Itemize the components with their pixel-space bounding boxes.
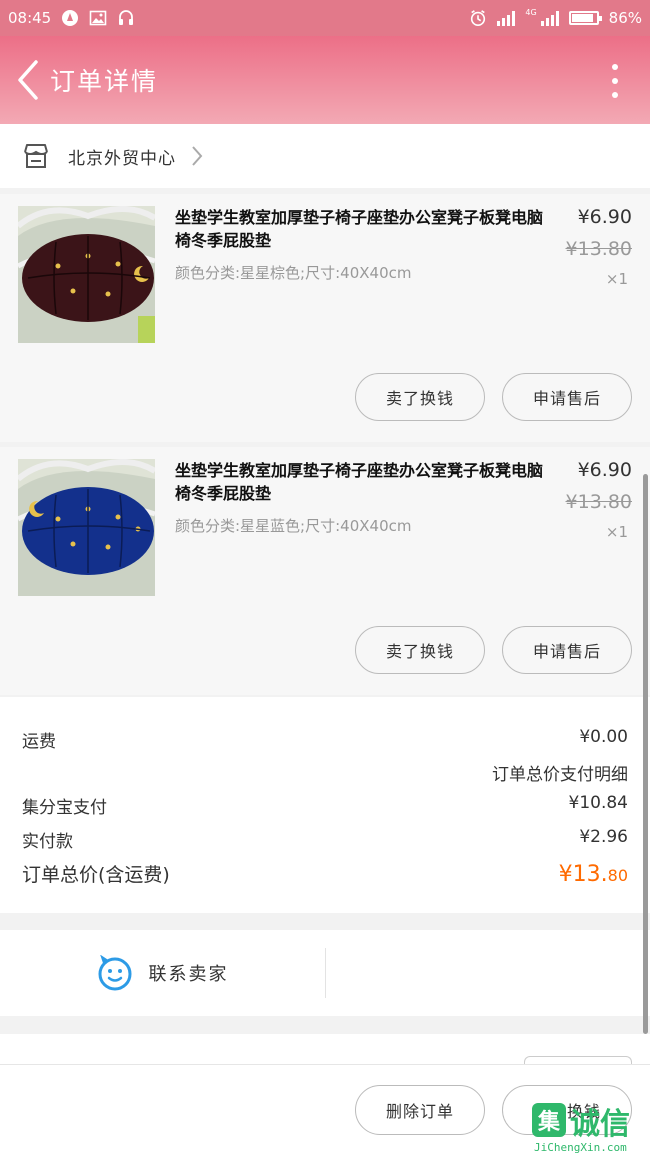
sell-button[interactable]: 卖了换钱 bbox=[355, 626, 485, 674]
sell-button[interactable]: 卖了换钱 bbox=[355, 373, 485, 421]
watermark-text: 诚信 bbox=[570, 1107, 630, 1142]
product-quantity: ×1 bbox=[605, 270, 628, 288]
product-quantity: ×1 bbox=[605, 523, 628, 541]
chat-face-icon bbox=[98, 955, 131, 991]
network-type-label: 4G bbox=[525, 8, 537, 17]
order-summary: 运费 ¥0.00 订单总价支付明细 集分宝支付 ¥10.84 实付款 ¥2.96… bbox=[0, 697, 650, 913]
alarm-icon bbox=[469, 9, 487, 27]
total-value-main: ¥13. bbox=[558, 862, 608, 887]
app-notification-icon bbox=[61, 9, 79, 27]
signal-icon bbox=[497, 10, 516, 26]
partial-section bbox=[0, 1034, 650, 1071]
delete-order-button[interactable]: 删除订单 bbox=[355, 1085, 485, 1135]
site-watermark: 集 诚信 JiChengXin.com bbox=[530, 1097, 648, 1155]
after-sale-button[interactable]: 申请售后 bbox=[502, 373, 632, 421]
product-spec: 颜色分类:星星蓝色;尺寸:40X40cm bbox=[175, 517, 412, 535]
paid-row: 实付款 ¥2.96 bbox=[22, 827, 628, 852]
battery-icon bbox=[568, 11, 602, 25]
watermark-badge: 集 bbox=[532, 1103, 566, 1137]
contact-seller-button[interactable]: 联系卖家 bbox=[0, 930, 325, 1016]
status-time: 08:45 bbox=[8, 9, 52, 27]
payment-breakdown-link[interactable]: 订单总价支付明细 bbox=[492, 760, 628, 785]
page-title: 订单详情 bbox=[50, 67, 159, 96]
contact-section: 联系卖家 bbox=[0, 930, 650, 1016]
product-title[interactable]: 坐垫学生教室加厚垫子椅子座垫办公室凳子板凳电脑椅冬季屁股垫 bbox=[175, 206, 545, 252]
store-icon bbox=[24, 144, 48, 168]
battery-percent: 86% bbox=[608, 9, 642, 27]
shipping-value: ¥0.00 bbox=[579, 727, 628, 747]
breakdown-row[interactable]: 订单总价支付明细 bbox=[22, 760, 628, 785]
chevron-right-icon bbox=[192, 146, 203, 166]
shipping-row: 运费 ¥0.00 bbox=[22, 727, 628, 752]
store-row[interactable]: 北京外贸中心 bbox=[0, 124, 650, 188]
product-price: ¥6.90 bbox=[577, 206, 632, 228]
total-value-cents: 80 bbox=[607, 866, 628, 885]
store-name: 北京外贸中心 bbox=[68, 148, 176, 169]
points-value: ¥10.84 bbox=[568, 793, 628, 813]
signal-4g-icon bbox=[540, 10, 559, 26]
total-row: 订单总价(含运费) ¥13.80 bbox=[22, 860, 628, 887]
headset-notification-icon bbox=[117, 9, 135, 27]
back-arrow-icon[interactable] bbox=[8, 50, 48, 110]
total-label: 订单总价(含运费) bbox=[22, 864, 170, 886]
points-row: 集分宝支付 ¥10.84 bbox=[22, 793, 628, 818]
product-price: ¥6.90 bbox=[577, 459, 632, 481]
product-title[interactable]: 坐垫学生教室加厚垫子椅子座垫办公室凳子板凳电脑椅冬季屁股垫 bbox=[175, 459, 545, 505]
watermark-url: JiChengXin.com bbox=[534, 1141, 627, 1154]
divider bbox=[325, 948, 326, 998]
paid-label: 实付款 bbox=[22, 832, 73, 852]
product-original-price: ¥13.80 bbox=[565, 491, 632, 513]
points-label: 集分宝支付 bbox=[22, 798, 107, 818]
total-value: ¥13.80 bbox=[559, 862, 628, 887]
order-item[interactable]: 坐垫学生教室加厚垫子椅子座垫办公室凳子板凳电脑椅冬季屁股垫 颜色分类:星星蓝色;… bbox=[0, 447, 650, 695]
product-image[interactable] bbox=[18, 459, 155, 596]
status-bar: 08:45 4G 86% bbox=[0, 0, 650, 36]
product-original-price: ¥13.80 bbox=[565, 238, 632, 260]
image-notification-icon bbox=[89, 9, 107, 27]
scrollbar[interactable] bbox=[643, 474, 648, 1034]
after-sale-button[interactable]: 申请售后 bbox=[502, 626, 632, 674]
paid-value: ¥2.96 bbox=[579, 827, 628, 847]
shipping-label: 运费 bbox=[22, 732, 56, 752]
contact-seller-label: 联系卖家 bbox=[148, 964, 229, 985]
product-image[interactable] bbox=[18, 206, 155, 343]
app-header: 订单详情 bbox=[0, 36, 650, 124]
product-spec: 颜色分类:星星棕色;尺寸:40X40cm bbox=[175, 264, 412, 282]
more-options-icon[interactable] bbox=[612, 64, 620, 98]
order-item[interactable]: 坐垫学生教室加厚垫子椅子座垫办公室凳子板凳电脑椅冬季屁股垫 颜色分类:星星棕色;… bbox=[0, 194, 650, 442]
